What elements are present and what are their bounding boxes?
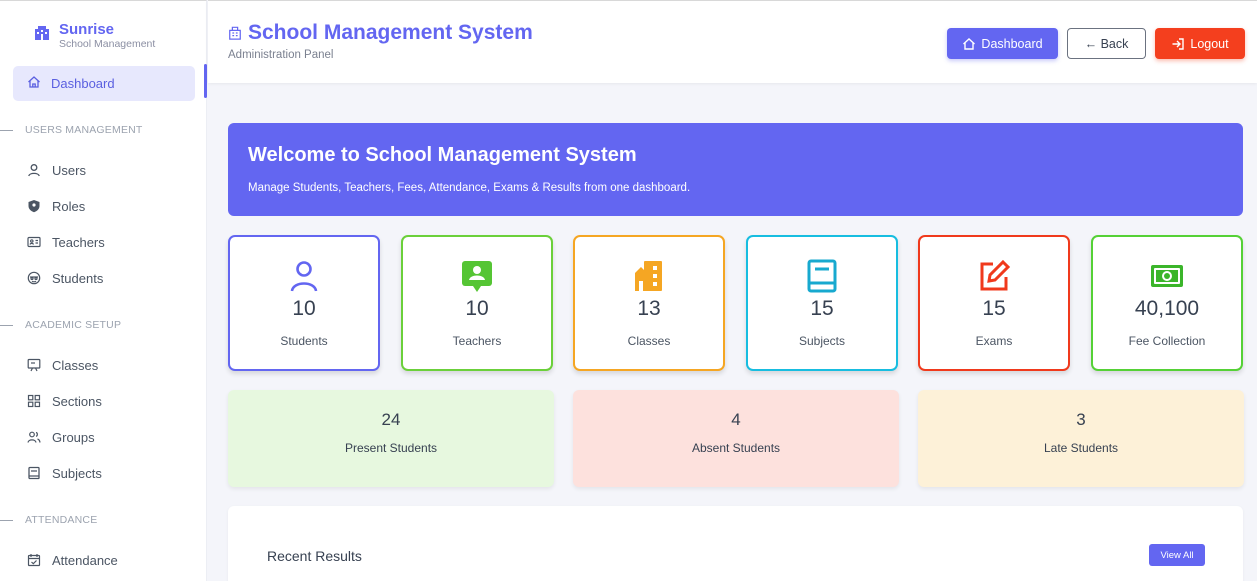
home-icon — [27, 75, 41, 92]
top-header: School Management System Administration … — [208, 0, 1257, 83]
school-icon — [34, 25, 50, 41]
stat-card-subjects[interactable]: 15 Subjects — [746, 235, 898, 371]
brand[interactable]: Sunrise School Management — [34, 21, 155, 50]
calendar-check-icon — [27, 553, 41, 567]
sidebar-item-users[interactable]: Users — [27, 161, 86, 179]
building-icon — [575, 259, 723, 293]
edit-icon — [920, 259, 1068, 293]
student-icon — [27, 271, 41, 285]
attendance-value: 24 — [381, 410, 401, 429]
sidebar-item-groups[interactable]: Groups — [27, 428, 95, 446]
shield-icon — [27, 199, 41, 213]
grid-icon — [27, 394, 41, 408]
dashboard-button[interactable]: Dashboard — [947, 28, 1058, 59]
stat-card-fee-collection[interactable]: 40,100 Fee Collection — [1091, 235, 1243, 371]
presentation-icon — [27, 358, 41, 372]
logout-button[interactable]: Logout — [1155, 28, 1245, 59]
stat-value: 15 — [810, 297, 834, 320]
brand-name: Sunrise — [59, 21, 115, 38]
building-icon — [228, 26, 242, 40]
page-title: School Management System — [228, 21, 533, 45]
stat-value: 13 — [637, 297, 661, 320]
id-card-icon — [27, 235, 41, 249]
sidebar-item-subjects[interactable]: Subjects — [27, 464, 102, 482]
section-users-management: USERS MANAGEMENT — [0, 123, 143, 137]
stat-value: 40,100 — [1134, 297, 1200, 320]
sidebar-item-dashboard[interactable]: Dashboard — [13, 66, 195, 101]
stat-value: 15 — [982, 297, 1006, 320]
teacher-board-icon — [403, 259, 551, 293]
stat-value: 10 — [465, 297, 489, 320]
welcome-text: Manage Students, Teachers, Fees, Attenda… — [248, 182, 691, 194]
stat-card-classes[interactable]: 13 Classes — [573, 235, 725, 371]
welcome-banner: Welcome to School Management System Mana… — [228, 123, 1243, 216]
brand-subtitle: School Management — [59, 38, 156, 50]
sidebar-item-classes[interactable]: Classes — [27, 356, 98, 374]
sidebar-item-teachers[interactable]: Teachers — [27, 233, 105, 251]
sidebar-item-label: Dashboard — [51, 76, 115, 91]
back-button[interactable]: ← Back — [1067, 28, 1146, 59]
home-icon — [962, 37, 976, 51]
attendance-label: Present Students — [344, 441, 438, 455]
stat-card-students[interactable]: 10 Students — [228, 235, 380, 371]
sidebar: Sunrise School Management Dashboard USER… — [0, 0, 207, 581]
stat-label: Classes — [627, 334, 671, 348]
recent-results-title: Recent Results — [267, 548, 362, 564]
attendance-value: 4 — [731, 410, 741, 429]
attendance-value: 3 — [1076, 410, 1086, 429]
book-icon — [748, 259, 896, 293]
recent-results-panel: Recent Results View All — [228, 506, 1243, 581]
stat-label: Subjects — [798, 334, 846, 348]
logout-icon — [1171, 37, 1185, 51]
user-icon — [230, 259, 378, 293]
money-icon — [1093, 259, 1241, 293]
sidebar-item-roles[interactable]: Roles — [27, 197, 85, 215]
sidebar-item-sections[interactable]: Sections — [27, 392, 102, 410]
active-indicator — [204, 64, 207, 98]
page-subtitle: Administration Panel — [228, 49, 334, 61]
stat-label: Exams — [975, 334, 1013, 348]
section-attendance: ATTENDANCE — [0, 513, 97, 527]
stat-label: Teachers — [452, 334, 502, 348]
users-icon — [27, 430, 41, 444]
stat-value: 10 — [292, 297, 316, 320]
welcome-title: Welcome to School Management System — [248, 144, 637, 166]
stat-label: Fee Collection — [1128, 334, 1206, 348]
attendance-label: Absent Students — [691, 441, 781, 455]
view-all-button[interactable]: View All — [1149, 544, 1205, 566]
section-academic-setup: ACADEMIC SETUP — [0, 318, 121, 332]
attendance-card-present[interactable]: 24 Present Students — [228, 390, 554, 487]
stat-card-teachers[interactable]: 10 Teachers — [401, 235, 553, 371]
book-icon — [27, 466, 41, 480]
attendance-card-absent[interactable]: 4 Absent Students — [573, 390, 899, 487]
attendance-label: Late Students — [1043, 441, 1119, 455]
attendance-card-late[interactable]: 3 Late Students — [918, 390, 1244, 487]
sidebar-item-attendance[interactable]: Attendance — [27, 551, 118, 569]
stat-label: Students — [280, 334, 328, 348]
stat-card-exams[interactable]: 15 Exams — [918, 235, 1070, 371]
sidebar-item-students[interactable]: Students — [27, 269, 103, 287]
user-icon — [27, 163, 41, 177]
